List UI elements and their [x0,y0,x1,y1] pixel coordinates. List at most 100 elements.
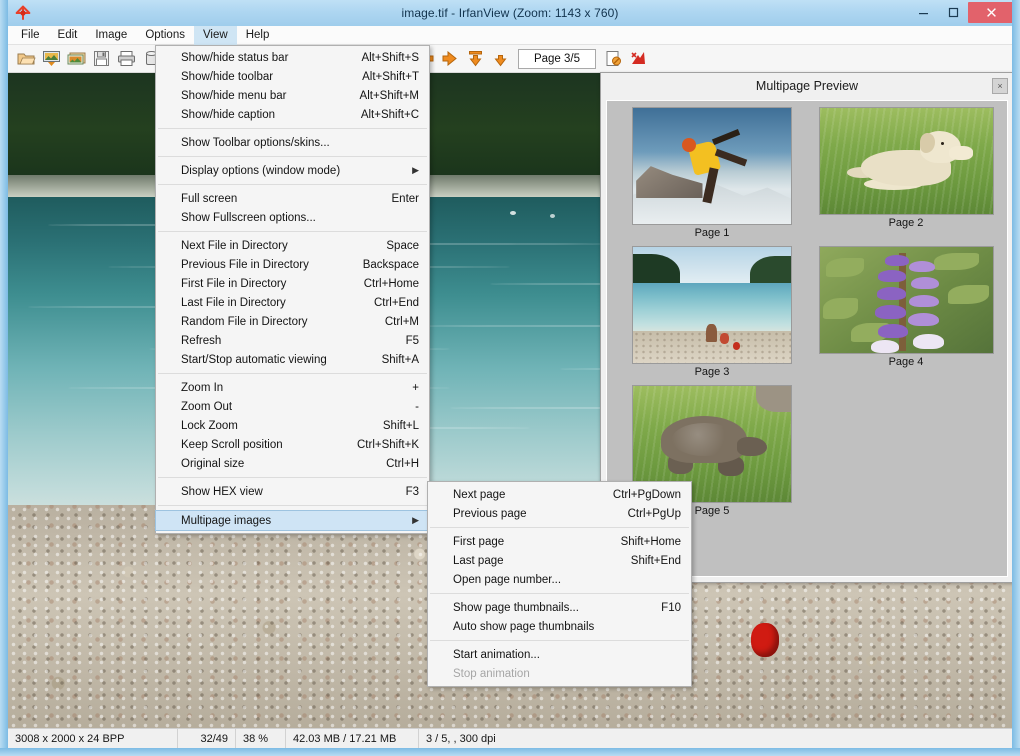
menu-separator [430,527,689,528]
menu-item-first-file-in-directory[interactable]: First File in Directory Ctrl+Home [156,274,429,293]
submenu-item-auto-show-page-thumbnails[interactable]: Auto show page thumbnails [428,617,691,636]
menu-item-label: Random File in Directory [181,316,371,328]
menu-item-keep-scroll-position[interactable]: Keep Scroll position Ctrl+Shift+K [156,435,429,454]
menu-separator [158,477,427,478]
submenu-item-first-page[interactable]: First page Shift+Home [428,532,691,551]
window-controls [908,2,1014,23]
menu-item-accel: Space [372,240,419,252]
thumbnail-image-page-2[interactable] [819,107,994,215]
menu-item-show-hide-status-bar[interactable]: Show/hide status bar Alt+Shift+S [156,48,429,67]
menu-item-label: Show/hide menu bar [181,90,346,102]
menu-item-display-options[interactable]: Display options (window mode) ▶ [156,161,429,180]
menu-item-label: Show page thumbnails... [453,602,647,614]
thumbnail-item[interactable]: Page 4 [809,246,1003,378]
effects-icon[interactable] [626,47,651,71]
info-icon[interactable] [601,47,626,71]
menu-item-previous-file-in-directory[interactable]: Previous File in Directory Backspace [156,255,429,274]
menu-item-lock-zoom[interactable]: Lock Zoom Shift+L [156,416,429,435]
submenu-item-next-page[interactable]: Next page Ctrl+PgDown [428,485,691,504]
menu-item-label: Refresh [181,335,392,347]
menu-item-show-fullscreen-options[interactable]: Show Fullscreen options... [156,208,429,227]
thumbnail-image-page-3[interactable] [632,246,792,364]
thumbnail-item[interactable]: Page 2 [809,107,1003,239]
menu-item-label: Open page number... [453,574,681,586]
menu-bar: File Edit Image Options View Help [8,26,1012,45]
menu-item-label: Show/hide status bar [181,52,347,64]
menu-item-label: Zoom In [181,382,398,394]
multipage-preview-title: Multipage Preview [601,73,1013,99]
thumbnail-image-page-1[interactable] [632,107,792,225]
window-border-left [0,0,8,756]
page-number-field[interactable]: Page 3/5 [518,49,596,69]
menu-item-accel: F3 [392,486,419,498]
menu-item-label: Lock Zoom [181,420,369,432]
menu-item-label: Next File in Directory [181,240,372,252]
menu-item-label: Show Toolbar options/skins... [181,137,419,149]
thumbnail-label: Page 2 [809,217,1003,229]
thumbnail-item[interactable]: Page 3 [615,246,809,378]
first-page-icon[interactable] [463,47,488,71]
menu-item-show-hide-menu-bar[interactable]: Show/hide menu bar Alt+Shift+M [156,86,429,105]
menu-help[interactable]: Help [237,26,279,45]
submenu-item-previous-page[interactable]: Previous page Ctrl+PgUp [428,504,691,523]
menu-file[interactable]: File [12,26,49,45]
irfanview-window: image.tif - IrfanView (Zoom: 1143 x 760)… [0,0,1020,756]
menu-options[interactable]: Options [136,26,194,45]
menu-view[interactable]: View [194,26,237,45]
close-button[interactable] [968,2,1014,23]
thumbnail-item[interactable]: Page 1 [615,107,809,239]
thumbnail-image-page-4[interactable] [819,246,994,354]
submenu-item-start-animation[interactable]: Start animation... [428,645,691,664]
menu-item-multipage-images[interactable]: Multipage images ▶ [155,510,430,531]
submenu-item-last-page[interactable]: Last page Shift+End [428,551,691,570]
menu-item-full-screen[interactable]: Full screen Enter [156,189,429,208]
maximize-button[interactable] [938,2,968,23]
open-thumbnails-icon[interactable] [39,47,64,71]
menu-item-show-toolbar-options[interactable]: Show Toolbar options/skins... [156,133,429,152]
chevron-right-icon: ▶ [402,165,419,176]
title-bar[interactable]: image.tif - IrfanView (Zoom: 1143 x 760) [0,0,1020,26]
menu-item-show-hide-caption[interactable]: Show/hide caption Alt+Shift+C [156,105,429,124]
multipage-images-submenu: Next page Ctrl+PgDown Previous page Ctrl… [427,481,692,687]
save-icon[interactable] [89,47,114,71]
menu-item-accel: Ctrl+Shift+K [343,439,419,451]
menu-item-accel: + [398,382,419,394]
menu-item-label: Start/Stop automatic viewing [181,354,368,366]
menu-item-accel: Ctrl+M [371,316,419,328]
menu-item-label: Next page [453,489,599,501]
slideshow-icon[interactable] [64,47,89,71]
minimize-button[interactable] [908,2,938,23]
menu-item-start-stop-automatic-viewing[interactable]: Start/Stop automatic viewing Shift+A [156,350,429,369]
menu-item-original-size[interactable]: Original size Ctrl+H [156,454,429,473]
menu-separator [430,640,689,641]
menu-item-next-file-in-directory[interactable]: Next File in Directory Space [156,236,429,255]
menu-item-zoom-out[interactable]: Zoom Out - [156,397,429,416]
menu-separator [158,156,427,157]
menu-item-label: Show HEX view [181,486,392,498]
menu-item-accel: F5 [392,335,419,347]
last-page-icon[interactable] [488,47,513,71]
menu-image[interactable]: Image [86,26,136,45]
close-icon[interactable]: × [992,78,1008,94]
menu-item-label: Display options (window mode) [181,165,402,177]
submenu-item-open-page-number[interactable]: Open page number... [428,570,691,589]
menu-item-accel: Alt+Shift+M [346,90,419,102]
menu-item-accel: Backspace [349,259,419,271]
menu-item-random-file-in-directory[interactable]: Random File in Directory Ctrl+M [156,312,429,331]
open-icon[interactable] [14,47,39,71]
menu-edit[interactable]: Edit [49,26,87,45]
submenu-item-show-page-thumbnails[interactable]: Show page thumbnails... F10 [428,598,691,617]
menu-item-label: First page [453,536,607,548]
window-title: image.tif - IrfanView (Zoom: 1143 x 760) [0,0,1020,26]
menu-item-accel: F10 [647,602,681,614]
menu-item-show-hide-toolbar[interactable]: Show/hide toolbar Alt+Shift+T [156,67,429,86]
menu-item-zoom-in[interactable]: Zoom In + [156,378,429,397]
next-page-arrow-icon[interactable] [438,47,463,71]
menu-separator [430,593,689,594]
menu-item-last-file-in-directory[interactable]: Last File in Directory Ctrl+End [156,293,429,312]
menu-item-refresh[interactable]: Refresh F5 [156,331,429,350]
menu-item-accel: Ctrl+End [360,297,419,309]
print-icon[interactable] [114,47,139,71]
menu-item-show-hex-view[interactable]: Show HEX view F3 [156,482,429,501]
menu-item-label: Zoom Out [181,401,401,413]
